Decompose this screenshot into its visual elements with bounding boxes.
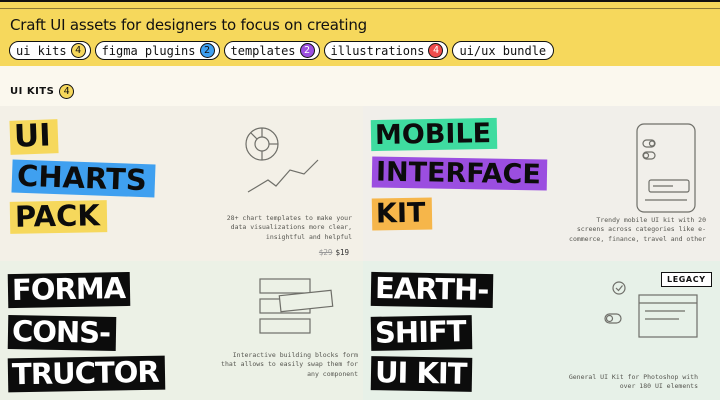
chip-label: illustrations [330,43,425,58]
section-heading: UI KITS 4 [10,84,75,99]
current-price: $19 [335,248,349,257]
chip-templates[interactable]: templates 2 [223,41,320,60]
chip-ui-kits[interactable]: ui kits 4 [9,41,91,60]
product-card-ui-charts-pack[interactable]: UI CHARTS PACK 28+ chart templates to ma… [0,106,363,261]
chip-ui-ux-bundle[interactable]: ui/ux bundle [452,41,555,60]
section-count-badge: 4 [59,84,75,99]
product-description: General UI Kit for Photoshop with over 1… [568,373,698,391]
title-line: FORMA [7,271,131,309]
product-description: Trendy mobile UI kit with 20 screens acr… [569,216,706,243]
product-card-forma-constructor[interactable]: FORMA CONS- TRUCTOR Interactive building… [0,261,363,400]
title-line: INTERFACE [371,156,548,191]
ui-elements-illustration-icon [604,281,698,338]
title-line: UI KIT [370,355,473,392]
product-price: $29 $19 [319,248,349,257]
header-rule [0,8,720,9]
chip-count-badge: 2 [199,43,215,58]
chip-count-badge: 4 [428,43,444,58]
blocks-illustration-icon [259,278,334,334]
title-line: UI [9,117,59,155]
phone-illustration-icon [636,123,696,213]
chip-count-badge: 4 [70,43,86,58]
chip-figma-plugins[interactable]: figma plugins 2 [94,41,220,60]
chip-label: ui kits [16,43,67,58]
chip-illustrations[interactable]: illustrations 4 [323,41,449,60]
title-line: CHARTS [11,159,156,198]
chip-count-badge: 2 [299,43,315,58]
product-card-earthshift-ui-kit[interactable]: EARTH- SHIFT UI KIT LEGACY General UI Ki… [363,261,720,400]
section-title: UI KITS [10,86,55,97]
title-line: CONS- [7,314,117,351]
title-line: TRUCTOR [7,355,166,393]
title-line: EARTH- [370,271,494,309]
old-price: $29 [318,248,333,257]
chart-illustration-icon [245,127,319,193]
title-line: PACK [9,198,108,234]
chip-label: ui/ux bundle [459,43,547,58]
product-description: 28+ chart templates to make your data vi… [226,214,352,241]
product-card-mobile-interface-kit[interactable]: MOBILE INTERFACE KIT Trendy mobile UI ki… [363,106,720,261]
chip-label: templates [230,43,296,58]
product-description: Interactive building blocks form that al… [221,351,358,378]
title-line: MOBILE [370,117,498,152]
title-line: KIT [371,197,433,231]
chip-label: figma plugins [101,43,196,58]
title-line: SHIFT [370,314,472,351]
page-title: Craft UI assets for designers to focus o… [10,16,367,34]
category-filters: ui kits 4 figma plugins 2 templates 2 il… [9,41,555,60]
header-banner: Craft UI assets for designers to focus o… [0,0,720,66]
